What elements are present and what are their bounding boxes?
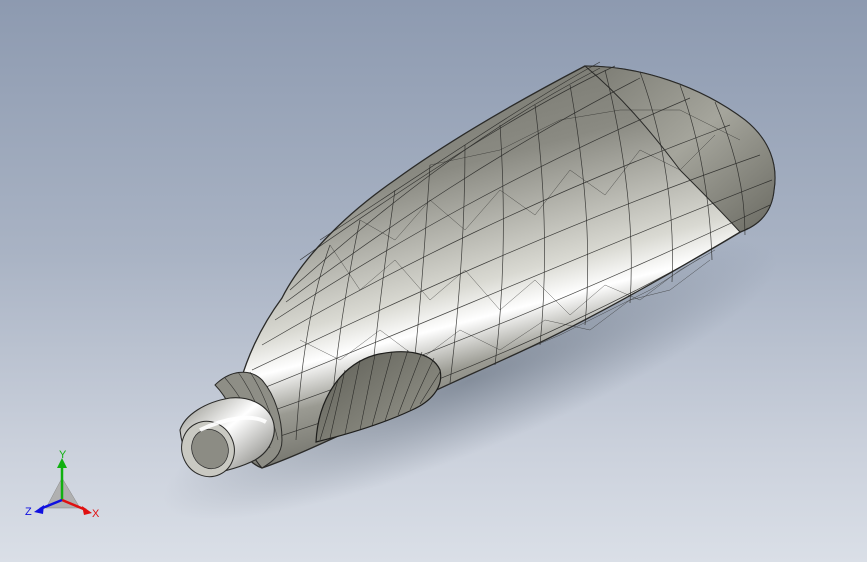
view-orientation-triad[interactable]: Y X Z <box>22 448 106 522</box>
x-axis-arrow <box>82 506 92 515</box>
graphics-viewport[interactable]: Y X Z <box>0 0 867 562</box>
z-axis-arrow <box>34 505 44 514</box>
z-axis-label: Z <box>25 506 32 518</box>
3d-model-mesh[interactable] <box>0 0 867 562</box>
x-axis-label: X <box>92 508 100 520</box>
y-axis-label: Y <box>59 449 67 461</box>
